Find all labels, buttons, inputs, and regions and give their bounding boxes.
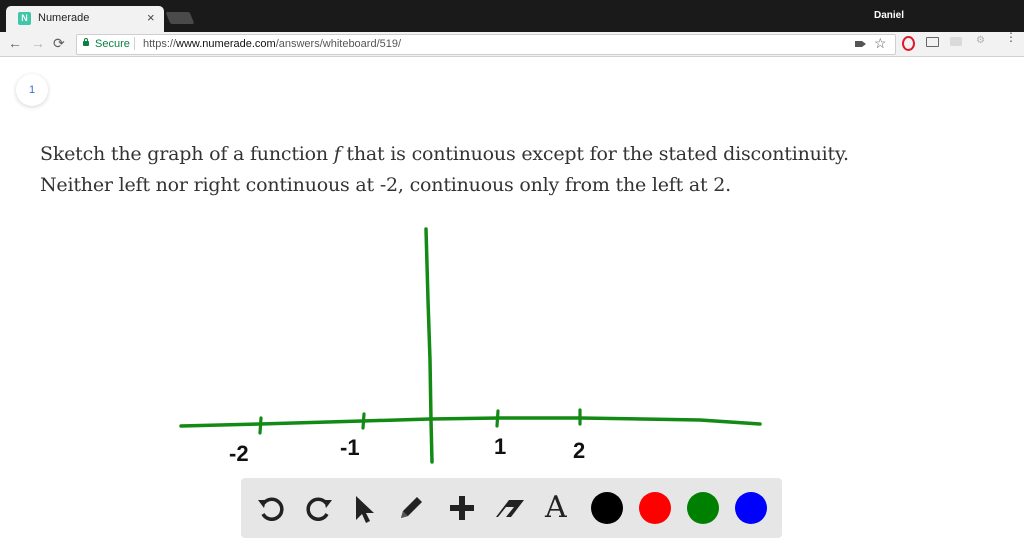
redo-icon [306,497,332,521]
eraser-icon [496,500,524,517]
tick-label: -2 [229,441,249,466]
tick-mark [361,412,366,430]
text-tool-button[interactable]: A [539,490,575,526]
undo-icon [258,497,284,521]
y-axis-stroke [424,227,434,464]
color-swatch-black[interactable] [591,492,623,524]
undo-button[interactable] [253,490,289,526]
tick-mark [495,409,500,428]
color-swatch-green[interactable] [687,492,719,524]
tick-label: 1 [494,434,506,459]
select-tool-button[interactable] [347,490,383,526]
color-swatch-red[interactable] [639,492,671,524]
tick-mark [258,416,263,435]
tick-label: -1 [340,435,360,460]
plus-icon [450,496,474,520]
x-axis-stroke [179,416,762,428]
text-icon: A [545,490,567,525]
eraser-tool-button[interactable] [492,490,528,526]
drawing-toolbar: A [241,478,782,538]
tick-labels: -2 -1 1 2 [229,434,585,466]
pointer-icon [356,496,374,523]
tick-label: 2 [573,438,585,463]
whiteboard-canvas[interactable]: -2 -1 1 2 [0,0,1024,548]
pencil-icon [401,497,422,518]
color-swatch-blue[interactable] [735,492,767,524]
add-shape-button[interactable] [444,490,480,526]
pen-tool-button[interactable] [393,490,429,526]
redo-button[interactable] [301,490,337,526]
